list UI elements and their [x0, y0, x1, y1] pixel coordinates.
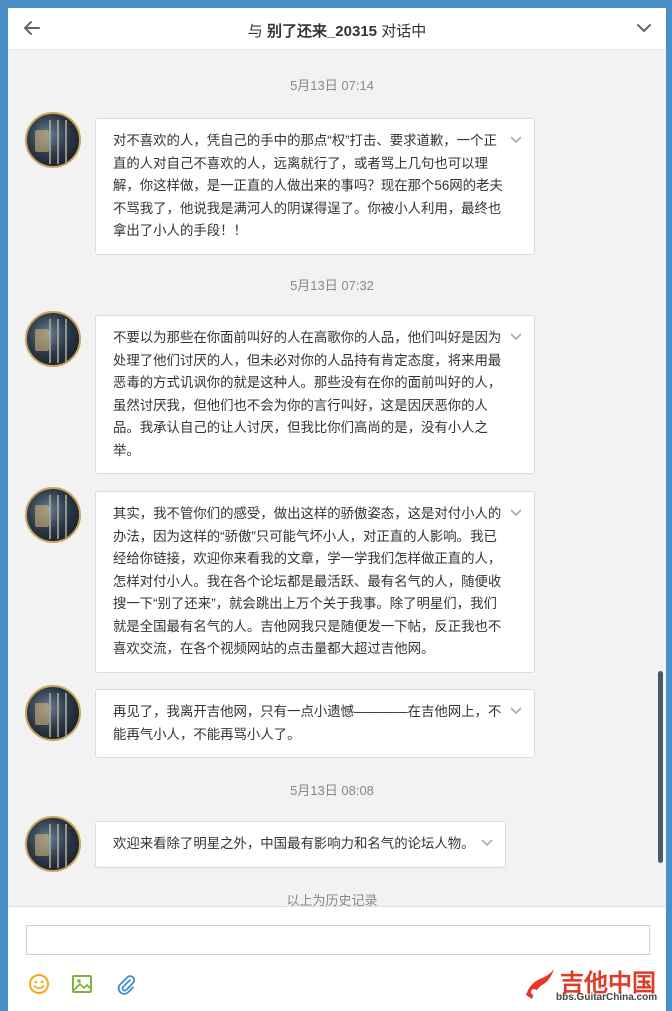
- avatar[interactable]: [25, 311, 81, 367]
- avatar[interactable]: [25, 112, 81, 168]
- watermark-url: bbs.GuitarChina.com: [556, 992, 658, 1003]
- message-text: 欢迎来看除了明星之外，中国最有影响力和名气的论坛人物。: [113, 836, 475, 851]
- title-suffix: 对话中: [381, 23, 427, 40]
- title-prefix: 与: [247, 23, 263, 40]
- message-bubble: 其实，我不管你们的感受，做出这样的骄傲姿态，这是对付小人的办法，因为这样的“骄傲…: [95, 491, 535, 673]
- image-icon[interactable]: [71, 973, 93, 995]
- timestamp: 5月13日 07:14: [290, 78, 374, 93]
- message-text: 不要以为那些在你面前叫好的人在高歌你的人品，他们叫好是因为处理了他们讨厌的人，但…: [113, 330, 502, 458]
- attachment-icon[interactable]: [115, 973, 137, 995]
- chevron-down-icon[interactable]: [510, 136, 522, 144]
- chevron-down-icon[interactable]: [636, 20, 652, 36]
- scrollbar-thumb[interactable]: [658, 671, 663, 863]
- message-text: 对不喜欢的人，凭自己的手中的那点“权”打击、要求道歉，一个正直的人对自己不喜欢的…: [113, 133, 503, 238]
- chevron-down-icon[interactable]: [510, 333, 522, 341]
- contact-name[interactable]: 别了还来_20315: [267, 23, 377, 40]
- message-bubble: 不要以为那些在你面前叫好的人在高歌你的人品，他们叫好是因为处理了他们讨厌的人，但…: [95, 315, 535, 474]
- composer: 吉他中国 bbs.GuitarChina.com: [8, 906, 666, 1011]
- scrollbar[interactable]: [656, 51, 666, 906]
- history-divider: 以上为历史记录: [286, 893, 378, 906]
- guitar-icon: [526, 969, 554, 999]
- chevron-down-icon[interactable]: [510, 707, 522, 715]
- avatar[interactable]: [25, 487, 81, 543]
- message-bubble: 对不喜欢的人，凭自己的手中的那点“权”打击、要求道歉，一个正直的人对自己不喜欢的…: [95, 118, 535, 255]
- message-list[interactable]: 5月13日 07:14 对不喜欢的人，凭自己的手中的那点“权”打击、要求道歉，一…: [8, 51, 656, 906]
- message-input[interactable]: [26, 925, 650, 955]
- avatar[interactable]: [25, 816, 81, 872]
- timestamp: 5月13日 08:08: [290, 783, 374, 798]
- avatar[interactable]: [25, 685, 81, 741]
- message-text: 再见了，我离开吉他网，只有一点小遗憾————在吉他网上，不能再气小人，不能再骂小…: [113, 704, 502, 742]
- message-bubble: 再见了，我离开吉他网，只有一点小遗憾————在吉他网上，不能再气小人，不能再骂小…: [95, 689, 535, 758]
- message-bubble: 欢迎来看除了明星之外，中国最有影响力和名气的论坛人物。: [95, 821, 506, 868]
- chevron-down-icon[interactable]: [510, 509, 522, 517]
- chat-window: 与 别了还来_20315 对话中 5月13日 07:14 对不喜欢的人，凭自己的…: [8, 8, 666, 1011]
- message-text: 其实，我不管你们的感受，做出这样的骄傲姿态，这是对付小人的办法，因为这样的“骄傲…: [113, 506, 502, 656]
- conversation-title: 与 别了还来_20315 对话中: [8, 20, 666, 41]
- watermark-logo: 吉他中国 bbs.GuitarChina.com: [520, 963, 666, 1007]
- timestamp: 5月13日 07:32: [290, 278, 374, 293]
- chevron-down-icon[interactable]: [481, 839, 493, 847]
- emoji-icon[interactable]: [28, 973, 50, 995]
- chat-header: 与 别了还来_20315 对话中: [8, 8, 666, 50]
